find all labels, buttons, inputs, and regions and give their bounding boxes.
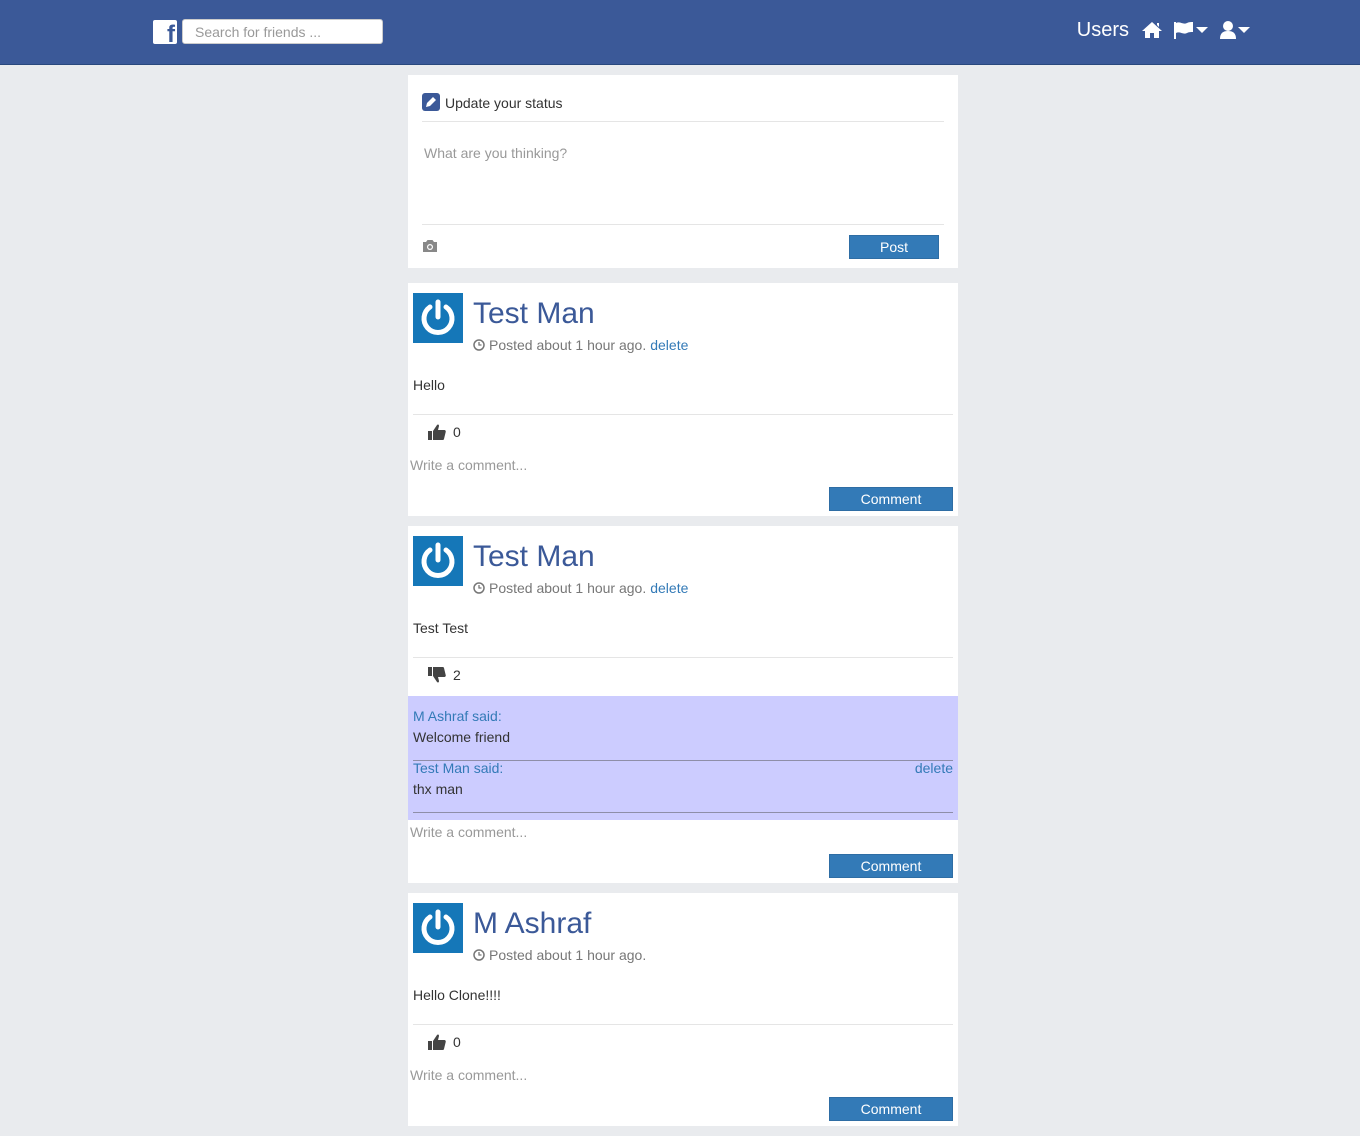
post-card: Test Man Posted about 1 hour ago. delete… (408, 526, 958, 883)
power-icon (421, 909, 455, 945)
camera-icon[interactable] (422, 239, 438, 256)
delete-post-link[interactable]: delete (650, 337, 688, 353)
post-divider (413, 414, 953, 415)
comment-item: M Ashraf said: Welcome friend (413, 708, 953, 761)
comment-input[interactable] (408, 1064, 948, 1086)
post-author[interactable]: M Ashraf (473, 907, 591, 941)
composer-divider (422, 224, 944, 225)
post-meta: Posted about 1 hour ago. (473, 947, 646, 963)
pencil-icon (422, 93, 440, 111)
composer-title: Update your status (445, 95, 563, 111)
post-author[interactable]: Test Man (473, 540, 595, 574)
comment-item: Test Man said: delete thx man (413, 760, 953, 813)
power-icon (421, 299, 455, 335)
post-meta: Posted about 1 hour ago. delete (473, 337, 688, 353)
avatar[interactable] (413, 536, 463, 586)
post-card: Test Man Posted about 1 hour ago. delete… (408, 283, 958, 516)
comment-input[interactable] (408, 454, 948, 476)
post-card: M Ashraf Posted about 1 hour ago. Hello … (408, 893, 958, 1126)
flag-icon (1174, 22, 1193, 39)
post-body: Hello (413, 377, 445, 393)
comment-text: thx man (413, 781, 463, 797)
status-composer: Update your status Post (408, 75, 958, 268)
reaction-count: 2 (453, 667, 461, 683)
composer-header: Update your status (422, 91, 944, 122)
thumbs-up-icon[interactable] (427, 1033, 447, 1051)
thumbs-up-icon[interactable] (427, 423, 447, 441)
delete-post-link[interactable]: delete (650, 580, 688, 596)
comment-text: Welcome friend (413, 729, 511, 745)
reaction-count: 0 (453, 1034, 461, 1050)
facebook-logo[interactable]: f (153, 20, 177, 44)
clock-icon (473, 949, 485, 961)
home-icon[interactable] (1141, 21, 1163, 39)
user-icon (1220, 21, 1236, 39)
post-body: Hello Clone!!!! (413, 987, 501, 1003)
feed-column: Update your status Post Test Man Posted … (408, 0, 958, 1136)
status-input[interactable] (422, 137, 944, 223)
caret-down-icon (1238, 27, 1250, 33)
reaction-count: 0 (453, 424, 461, 440)
clock-icon (473, 582, 485, 594)
power-icon (421, 542, 455, 578)
comment-author[interactable]: Test Man said: (413, 760, 503, 776)
comment-button[interactable]: Comment (829, 487, 953, 511)
post-timestamp: Posted about 1 hour ago. (489, 580, 647, 596)
reaction-row: 2 (427, 666, 461, 684)
post-timestamp: Posted about 1 hour ago. (489, 947, 647, 963)
nav-right: Users (1077, 14, 1251, 46)
post-author[interactable]: Test Man (473, 297, 595, 331)
post-divider (413, 657, 953, 658)
post-meta: Posted about 1 hour ago. delete (473, 580, 688, 596)
post-body: Test Test (413, 620, 468, 636)
post-button[interactable]: Post (849, 235, 939, 259)
nav-users-link[interactable]: Users (1077, 19, 1129, 42)
comment-author[interactable]: M Ashraf said: (413, 708, 502, 724)
user-menu[interactable] (1219, 20, 1251, 40)
search-input[interactable] (182, 19, 383, 44)
notifications-flag-menu[interactable] (1173, 21, 1209, 39)
post-timestamp: Posted about 1 hour ago. (489, 337, 647, 353)
delete-comment-link[interactable]: delete (915, 760, 953, 776)
reaction-row: 0 (427, 1033, 461, 1051)
post-divider (413, 1024, 953, 1025)
clock-icon (473, 339, 485, 351)
avatar[interactable] (413, 293, 463, 343)
comment-button[interactable]: Comment (829, 1097, 953, 1121)
comments-list: M Ashraf said: Welcome friend Test Man s… (408, 696, 958, 820)
caret-down-icon (1196, 27, 1208, 33)
comment-input[interactable] (408, 821, 948, 843)
reaction-row: 0 (427, 423, 461, 441)
comment-button[interactable]: Comment (829, 854, 953, 878)
avatar[interactable] (413, 903, 463, 953)
thumbs-down-icon[interactable] (427, 666, 447, 684)
